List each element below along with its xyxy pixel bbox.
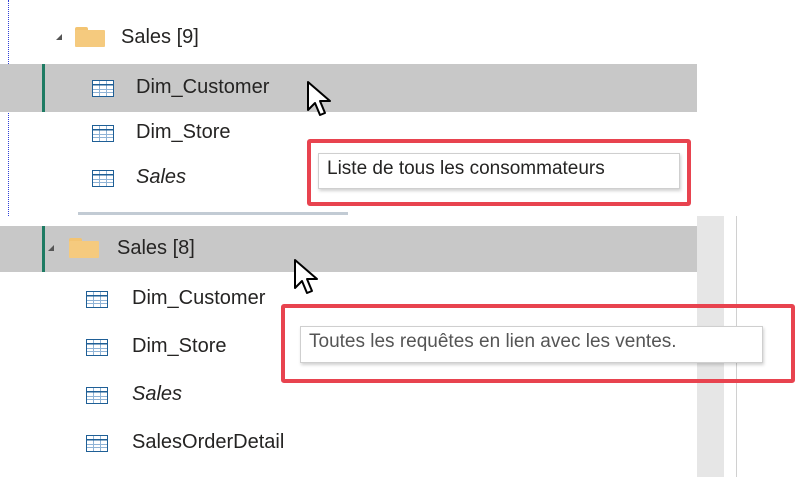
queries-pane-top: Sales [9] Dim_Customer Dim_Store Sales L… [0, 0, 705, 216]
mouse-cursor-icon [307, 81, 331, 116]
folder-row-sales[interactable]: Sales [9] [0, 18, 705, 58]
folder-label: Sales [9] [121, 26, 199, 48]
table-icon [86, 291, 108, 308]
query-label: Dim_Customer [132, 287, 266, 309]
highlight-box [307, 139, 691, 206]
query-label: Dim_Store [132, 335, 227, 357]
folder-label: Sales [8] [117, 237, 195, 259]
queries-pane-bottom: Sales [8] Dim_Customer Dim_Store Sales S… [0, 216, 795, 477]
mouse-cursor-icon [294, 259, 318, 294]
query-item-dim-customer[interactable]: Dim_Customer [0, 64, 697, 112]
table-icon [86, 435, 108, 452]
table-icon [92, 80, 114, 97]
folder-row-sales[interactable]: Sales [8] [0, 226, 697, 272]
collapse-caret-icon[interactable] [56, 34, 62, 40]
query-label: Dim_Customer [136, 76, 270, 98]
query-label: SalesOrderDetail [132, 431, 285, 453]
table-icon [92, 125, 114, 142]
collapse-caret-icon[interactable] [48, 245, 54, 251]
folder-icon [69, 238, 99, 258]
query-label: Sales [136, 166, 187, 188]
folder-icon [75, 27, 105, 47]
query-item-salesorderdetail[interactable]: SalesOrderDetail [0, 422, 697, 466]
table-icon [86, 387, 108, 404]
highlight-box [281, 304, 795, 383]
query-label: Sales [132, 383, 183, 405]
partial-row-cutoff [78, 206, 378, 216]
table-icon [92, 170, 114, 187]
query-label: Dim_Store [136, 121, 231, 143]
table-icon [86, 339, 108, 356]
